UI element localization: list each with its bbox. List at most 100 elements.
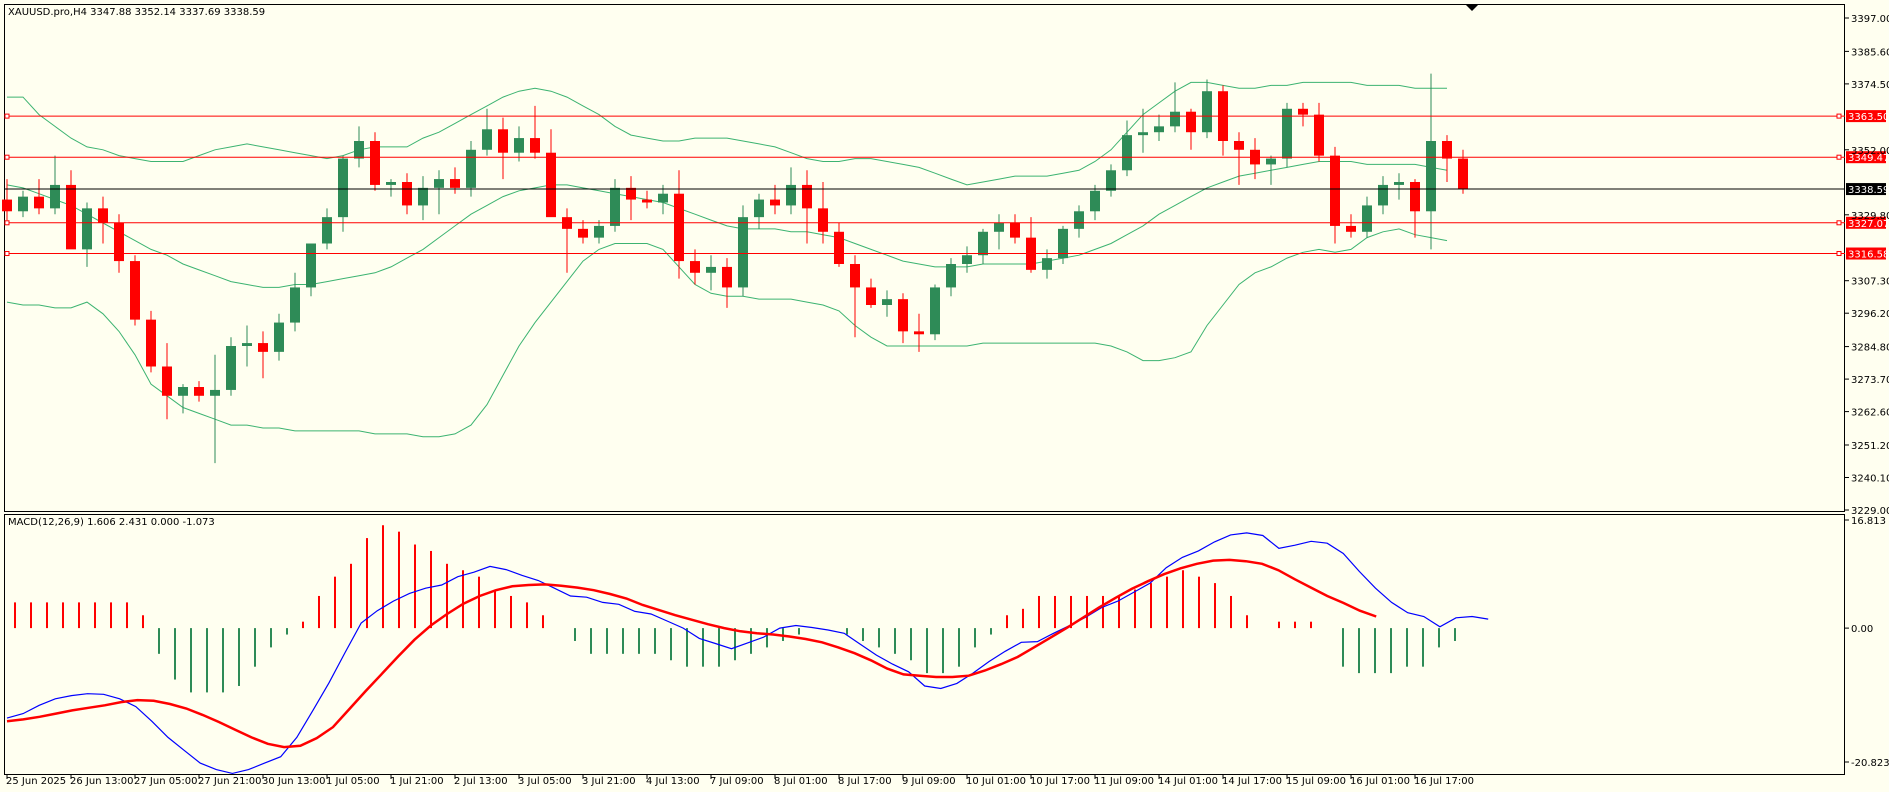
- time-axis-label: 8 Jul 01:00: [774, 776, 828, 787]
- candle-body: [34, 196, 44, 209]
- time-axis-label: 11 Jul 09:00: [1094, 776, 1154, 787]
- candle-body: [258, 343, 268, 352]
- candle-body: [658, 193, 668, 203]
- candle-body: [1346, 225, 1356, 232]
- time-axis-label: 8 Jul 17:00: [838, 776, 892, 787]
- price-axis-label: 3240.10: [1851, 473, 1889, 484]
- macd-axis-label: 16.813: [1851, 516, 1886, 527]
- candle-body: [338, 158, 348, 218]
- price-level-handle[interactable]: [1836, 113, 1842, 119]
- candle-body: [274, 322, 284, 352]
- price-level-handle[interactable]: [1836, 220, 1842, 226]
- candle-body: [706, 266, 716, 273]
- candle-body: [882, 299, 892, 305]
- candle-body: [802, 184, 812, 209]
- price-axis-label: 3385.60: [1851, 47, 1889, 58]
- price-axis-label: 3329.80: [1851, 211, 1889, 222]
- time-axis-label: 26 Jun 13:00: [70, 776, 134, 787]
- price-axis-label: 3397.00: [1851, 14, 1889, 25]
- candle-body: [178, 387, 188, 396]
- price-axis-label: 3273.70: [1851, 375, 1889, 386]
- price-level-handle[interactable]: [4, 154, 10, 160]
- candle-body: [818, 208, 828, 232]
- price-level-handle[interactable]: [1836, 251, 1842, 257]
- candle-body: [850, 264, 860, 288]
- candle-body: [898, 299, 908, 332]
- candle-body: [1458, 158, 1468, 190]
- candle-body: [210, 389, 220, 396]
- price-level-handle[interactable]: [4, 113, 10, 119]
- time-axis-label: 3 Jul 21:00: [582, 776, 636, 787]
- candle-body: [354, 141, 364, 159]
- candle-body: [98, 208, 108, 223]
- candle-body: [466, 149, 476, 188]
- candle-body: [530, 138, 540, 153]
- candle-body: [290, 287, 300, 323]
- candle-body: [610, 187, 620, 226]
- candle-body: [1170, 111, 1180, 127]
- candle-body: [18, 196, 28, 212]
- macd-axis-label: -20.823: [1851, 758, 1889, 769]
- time-axis-label: 4 Jul 13:00: [646, 776, 700, 787]
- candle-body: [1362, 205, 1372, 232]
- candle-body: [978, 231, 988, 256]
- candle-body: [50, 184, 60, 209]
- candle-body: [1106, 170, 1116, 191]
- time-axis-label: 2 Jul 13:00: [454, 776, 508, 787]
- candle-body: [114, 223, 124, 262]
- chart-window[interactable]: 3363.503349.473327.073316.58 3338.593397…: [0, 0, 1889, 792]
- price-level-handle[interactable]: [4, 251, 10, 257]
- price-axis-label: 3262.60: [1851, 408, 1889, 419]
- candle-body: [866, 287, 876, 305]
- candle-body: [546, 152, 556, 218]
- candle-body: [226, 346, 236, 390]
- candle-body: [1138, 132, 1148, 136]
- current-price-label: 3338.59: [1848, 185, 1889, 196]
- candle-body: [1234, 141, 1244, 150]
- price-level-handle[interactable]: [4, 220, 10, 226]
- candle-body: [754, 199, 764, 218]
- time-axis-label: 30 Jun 13:00: [262, 776, 326, 787]
- candle-body: [1010, 223, 1020, 238]
- time-axis-label: 1 Jul 05:00: [326, 776, 380, 787]
- time-axis-label: 14 Jul 01:00: [1158, 776, 1218, 787]
- candle-body: [1426, 141, 1436, 212]
- candle-body: [306, 243, 316, 288]
- candle-body: [834, 231, 844, 264]
- macd-title: MACD(12,26,9) 1.606 2.431 0.000 -1.073: [8, 517, 215, 528]
- price-axis-label: 3296.20: [1851, 309, 1889, 320]
- candle-body: [1314, 114, 1324, 156]
- time-axis-label: 27 Jun 21:00: [198, 776, 262, 787]
- price-level-handle[interactable]: [1836, 154, 1842, 160]
- price-axis-label: 3374.50: [1851, 80, 1889, 91]
- candle-body: [1042, 258, 1052, 270]
- macd-axis-label: 0.00: [1851, 624, 1873, 635]
- candle-body: [322, 217, 332, 244]
- candle-body: [1330, 155, 1340, 226]
- candle-body: [434, 179, 444, 188]
- candle-body: [962, 255, 972, 264]
- time-axis-label: 16 Jul 01:00: [1350, 776, 1410, 787]
- candle-body: [770, 199, 780, 206]
- time-axis-label: 10 Jul 01:00: [966, 776, 1026, 787]
- price-axis-label: 3307.30: [1851, 277, 1889, 288]
- candle-body: [914, 331, 924, 335]
- candle-body: [1394, 182, 1404, 185]
- candle-body: [370, 141, 380, 185]
- price-axis-label: 3284.80: [1851, 343, 1889, 354]
- candle-body: [130, 261, 140, 320]
- candle-body: [82, 208, 92, 250]
- time-axis-label: 9 Jul 09:00: [902, 776, 956, 787]
- time-axis-label: 10 Jul 17:00: [1030, 776, 1090, 787]
- candle-body: [786, 184, 796, 206]
- candle-body: [402, 182, 412, 206]
- candle-body: [1202, 91, 1212, 133]
- time-axis-label: 14 Jul 17:00: [1222, 776, 1282, 787]
- time-axis-label: 7 Jul 09:00: [710, 776, 764, 787]
- candle-body: [1074, 211, 1084, 229]
- candle-body: [626, 187, 636, 200]
- candle-body: [1298, 108, 1308, 115]
- candle-body: [1378, 184, 1388, 206]
- candle-body: [1186, 111, 1196, 133]
- time-axis-label: 1 Jul 21:00: [390, 776, 444, 787]
